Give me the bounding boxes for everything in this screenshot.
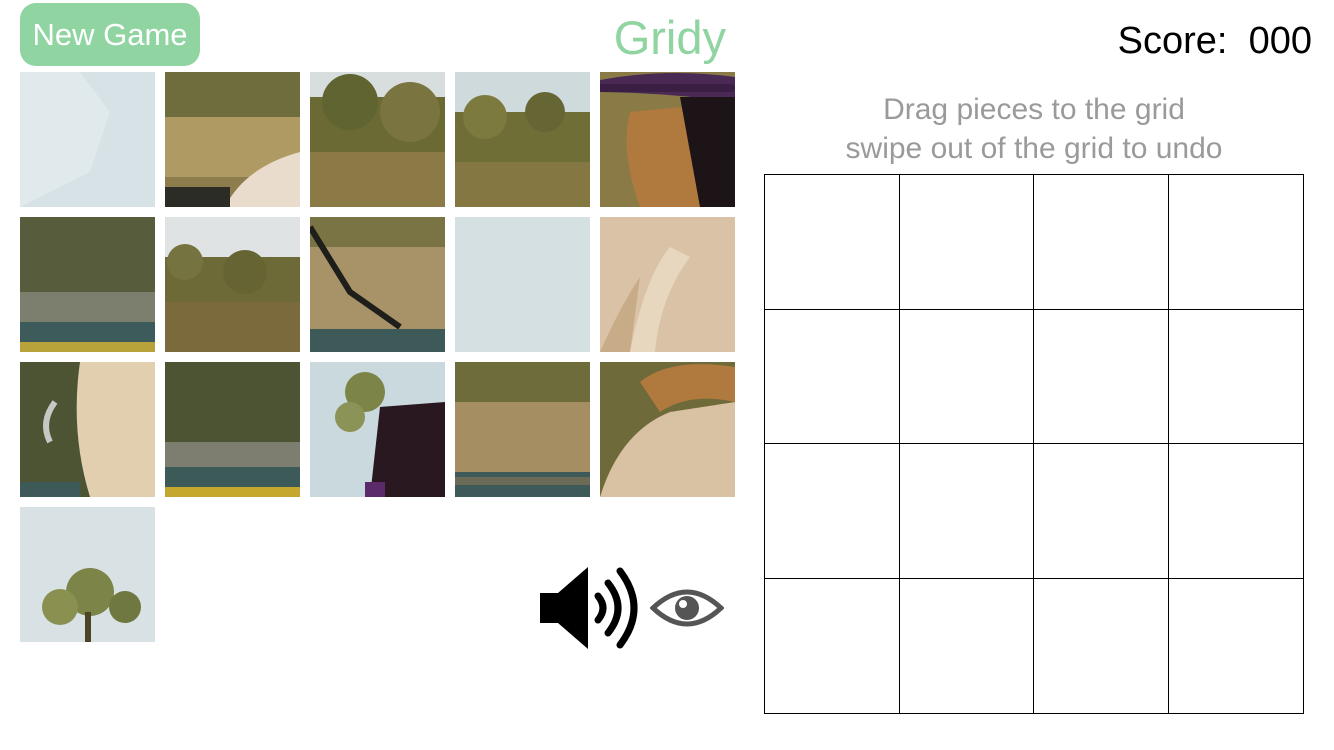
grid-cell[interactable] <box>900 578 1034 713</box>
target-grid <box>764 174 1304 714</box>
grid-cell[interactable] <box>1034 175 1169 310</box>
grid-cell[interactable] <box>1169 579 1304 714</box>
puzzle-piece[interactable] <box>455 72 590 207</box>
puzzle-piece[interactable] <box>455 362 590 497</box>
instruction-line-drag: Drag pieces to the grid <box>883 93 1185 126</box>
grid-cell[interactable] <box>1168 444 1303 579</box>
puzzle-piece[interactable] <box>600 72 735 207</box>
puzzle-piece[interactable] <box>20 507 155 642</box>
puzzle-piece[interactable] <box>455 217 590 352</box>
new-game-button[interactable]: New Game <box>20 3 200 66</box>
puzzle-piece[interactable] <box>165 217 300 352</box>
eye-icon <box>649 589 725 627</box>
puzzle-piece[interactable] <box>165 362 300 497</box>
puzzle-piece[interactable] <box>310 72 445 207</box>
grid-cell[interactable] <box>1168 310 1303 444</box>
grid-cell[interactable] <box>899 175 1034 310</box>
score-display: Score: 000 <box>1118 18 1312 64</box>
puzzle-piece[interactable] <box>20 217 155 352</box>
grid-cell[interactable] <box>1034 578 1169 713</box>
game-title: Gridy <box>613 11 726 64</box>
instruction-line-undo: swipe out of the grid to undo <box>845 132 1223 165</box>
sound-toggle-button[interactable] <box>536 563 644 653</box>
puzzle-piece[interactable] <box>310 217 445 352</box>
speaker-on-icon <box>540 567 638 649</box>
grid-cell[interactable] <box>899 444 1034 579</box>
puzzle-piece[interactable] <box>20 72 155 207</box>
grid-cell[interactable] <box>1034 309 1169 444</box>
game-screen: New Game Gridy Score: 000 Drag pieces to… <box>0 0 1334 750</box>
puzzle-piece[interactable] <box>20 362 155 497</box>
grid-cell[interactable] <box>765 578 900 713</box>
puzzle-piece[interactable] <box>600 362 735 497</box>
grid-cell[interactable] <box>765 175 900 310</box>
puzzle-piece[interactable] <box>310 362 445 497</box>
score-value: 000 <box>1248 20 1312 62</box>
grid-cell[interactable] <box>1034 444 1169 579</box>
preview-image-button[interactable] <box>649 584 725 632</box>
instructions: Drag pieces to the grid swipe out of the… <box>764 90 1304 168</box>
grid-cell[interactable] <box>765 309 900 444</box>
grid-cell[interactable] <box>1168 175 1303 310</box>
piece-tray <box>20 72 735 642</box>
puzzle-piece[interactable] <box>165 72 300 207</box>
score-label: Score: <box>1117 20 1228 62</box>
puzzle-piece[interactable] <box>600 217 735 352</box>
grid-cell[interactable] <box>765 444 900 579</box>
grid-cell[interactable] <box>899 309 1034 444</box>
